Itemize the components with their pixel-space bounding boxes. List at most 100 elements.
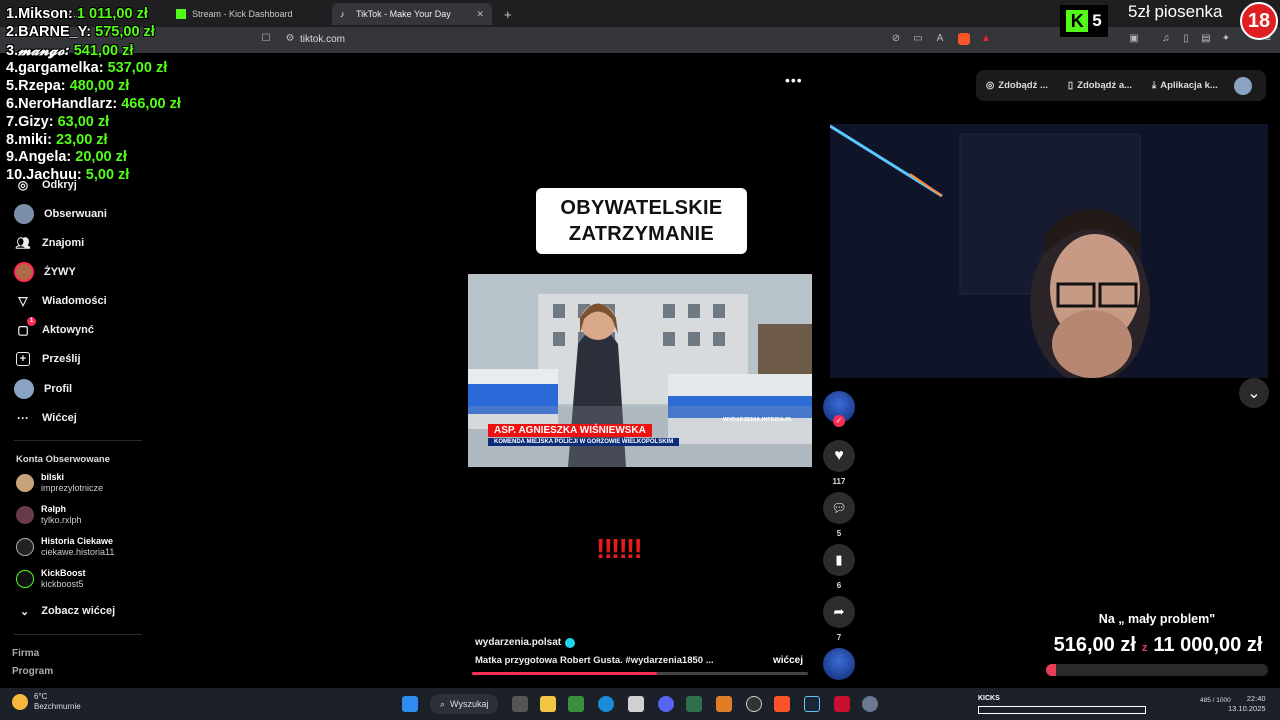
store-icon[interactable]	[628, 696, 644, 712]
follow-check-icon[interactable]: ✓	[833, 415, 845, 427]
expand-description-button[interactable]: wićcej	[773, 655, 803, 666]
clock-time: 22:40	[1246, 694, 1266, 703]
sound-disc-icon[interactable]	[823, 648, 855, 680]
account-name: Historia Ciekawe	[41, 536, 114, 546]
notes-icon[interactable]	[686, 696, 702, 712]
tiktok-favicon-icon: ♪	[340, 9, 345, 19]
chevron-down-icon: ⌄	[20, 606, 30, 618]
song-request-label: 5zł piosenka	[1128, 2, 1223, 21]
video-progress-bar[interactable]	[472, 672, 808, 675]
sidebar-item-messages[interactable]: ▽ Wiadomości	[14, 292, 107, 310]
bookmark-icon[interactable]: ☐	[260, 33, 272, 45]
wallet-icon[interactable]: ▤	[1200, 33, 1212, 45]
video-author[interactable]: wydarzenia.polsat	[475, 637, 576, 648]
cast-icon[interactable]: ▭	[912, 33, 924, 45]
see-more-button[interactable]: ⌄ Zobacz wićcej	[20, 605, 115, 618]
share-button[interactable]: ➦	[823, 596, 855, 628]
sidebar-item-following[interactable]: Obserwuani	[14, 204, 107, 224]
minecraft-icon[interactable]	[568, 696, 584, 712]
notification-badge: 1	[27, 317, 36, 326]
sidebar-item-activity[interactable]: ▢ 1 Aktowynć	[14, 317, 94, 339]
verified-icon	[565, 637, 576, 648]
account-name: Rəlph	[41, 504, 67, 514]
brave-shield-icon[interactable]	[958, 33, 970, 45]
media-icon[interactable]: ♫	[1160, 33, 1172, 45]
phone-icon: ▯	[1067, 80, 1074, 91]
edge-icon[interactable]	[598, 696, 614, 712]
sun-icon	[12, 694, 28, 710]
screenshot-icon[interactable]: ▣	[1128, 33, 1140, 45]
url-field[interactable]: tiktok.com	[300, 34, 345, 45]
sidebar-toggle-icon[interactable]: ▯	[1180, 33, 1192, 45]
tab-kick-dashboard[interactable]: Stream - Kick Dashboard	[168, 3, 326, 25]
start-windows-icon[interactable]	[402, 696, 418, 712]
friends-icon: 👥︎	[15, 236, 31, 250]
top-actions-bar: ◎ Zdobądź ... ▯ Zdobądź a... ⤓ Aplikacja k.…	[976, 70, 1266, 101]
followed-account[interactable]: KickBoost kickboost5	[16, 568, 86, 590]
leaderboard-row: 2.BARNE_Y: 575,00 zł	[6, 23, 155, 40]
scroll-down-button[interactable]: ⌄	[1239, 378, 1269, 408]
brave-icon[interactable]	[774, 696, 790, 712]
taskbar-search[interactable]: ⌕ Wyszukaj	[430, 694, 498, 714]
translate-icon[interactable]: A	[934, 33, 946, 45]
get-coins-button[interactable]: ◎ Zdobądź ...	[976, 80, 1058, 91]
sidebar-item-profile[interactable]: Profil	[14, 379, 72, 399]
get-app-button[interactable]: ▯ Zdobądź a...	[1058, 80, 1142, 91]
steam-icon[interactable]	[804, 696, 820, 712]
task-view-icon[interactable]	[512, 696, 528, 712]
settings-gear-icon[interactable]	[862, 696, 878, 712]
avatar	[16, 506, 34, 524]
activity-icon: ▢ 1	[14, 317, 36, 339]
ai-icon[interactable]: ✦	[1220, 33, 1232, 45]
sidebar-item-live[interactable]: ŻYWY	[14, 262, 76, 282]
sidebar-item-friends[interactable]: 👥︎ Znajomi	[14, 234, 84, 252]
upload-icon: +	[16, 352, 30, 366]
account-handle: imprezylotnicze	[41, 483, 104, 493]
footer-link[interactable]: Firma	[12, 648, 39, 659]
desktop-app-button[interactable]: ⤓ Aplikacja k...	[1142, 80, 1228, 91]
no-tracking-icon[interactable]: ⊘	[890, 33, 902, 45]
app-red-icon[interactable]	[834, 696, 850, 712]
footer-link[interactable]: Program	[12, 666, 53, 677]
lower-third-subtitle: KOMENDA MIEJSKA POLICJI W GORZOWIE WIELK…	[488, 438, 680, 446]
followed-account[interactable]: Rəlph tylko.rxlph	[16, 504, 82, 526]
weather-widget[interactable]: 6°C Bezchmurnie	[12, 692, 81, 712]
divider	[14, 440, 142, 441]
following-accounts-title: Konta Obserwowane	[16, 454, 110, 465]
tab-tiktok[interactable]: ♪ TikTok - Make Your Day ✕	[332, 3, 492, 25]
discord-icon[interactable]	[658, 696, 674, 712]
kick-count: 5	[1092, 11, 1102, 30]
like-button[interactable]: ♥	[823, 440, 855, 472]
site-info-icon[interactable]: ⚙	[284, 33, 296, 45]
action-label: Aplikacja k...	[1160, 80, 1218, 91]
rewards-icon[interactable]: ▲	[980, 33, 992, 45]
save-button[interactable]: ▮	[823, 544, 855, 576]
followed-account[interactable]: Historia Ciekawe ciekawe.historia11	[16, 536, 114, 558]
bookmark-icon: ▮	[835, 552, 843, 567]
kick-viewer-counter: K 5	[1060, 5, 1108, 37]
age-rating-badge: 18	[1240, 2, 1278, 40]
app-icon[interactable]	[716, 696, 732, 712]
user-avatar[interactable]	[1233, 76, 1252, 95]
windows-taskbar: 6°C Bezchmurnie ⌕ Wyszukaj	[0, 688, 1280, 720]
news-footage[interactable]: ASP. AGNIESZKA WIŚNIEWSKA KOMENDA MIEJSK…	[468, 274, 812, 467]
leaderboard-row: 4.gargamelka: 537,00 zł	[6, 60, 168, 77]
system-clock[interactable]: 22:40 13.10.2025	[1228, 694, 1266, 714]
video-description: Matka przygotowa Robert Gusta. #wydarzen…	[475, 655, 714, 666]
more-options-icon[interactable]: •••	[785, 72, 803, 88]
obs-icon[interactable]	[746, 696, 762, 712]
sidebar-item-label: Obserwuani	[44, 208, 107, 220]
comment-button[interactable]: 💬︎	[823, 492, 855, 524]
leaderboard-row: 3.𝓶𝓪𝓷𝓰𝓸: 541,00 zł	[6, 41, 134, 59]
file-explorer-icon[interactable]	[540, 696, 556, 712]
close-tab-icon[interactable]: ✕	[476, 9, 484, 20]
sidebar-item-more[interactable]: ··· Wićcej	[14, 409, 77, 427]
donation-goal-title: Na „ mały problem"	[1098, 612, 1216, 626]
new-tab-button[interactable]: +	[496, 3, 520, 25]
sidebar-item-label: Prześlij	[42, 353, 81, 365]
goal-separator: z	[1141, 642, 1148, 654]
followed-account[interactable]: bilski imprezylotnicze	[16, 472, 103, 494]
sidebar-item-label: Wiadomości	[42, 295, 107, 307]
clock-date: 13.10.2025	[1228, 704, 1266, 713]
sidebar-item-upload[interactable]: + Prześlij	[14, 350, 81, 368]
